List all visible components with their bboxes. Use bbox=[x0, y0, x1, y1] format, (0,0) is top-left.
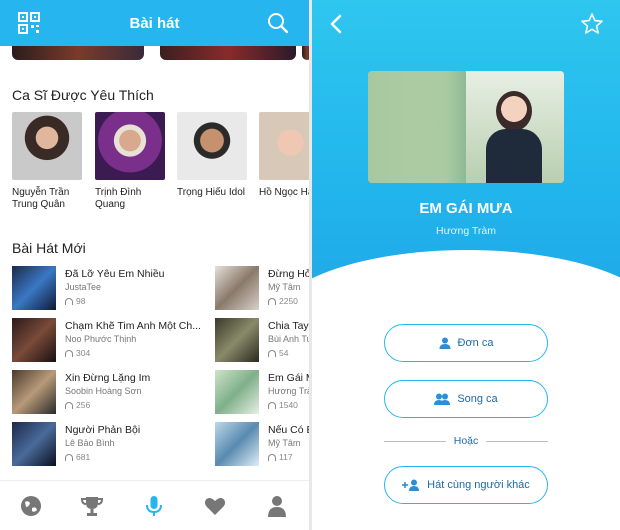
song-thumbnail bbox=[12, 370, 56, 414]
song-title: Nếu Có Bi bbox=[268, 424, 309, 436]
album-cover bbox=[368, 71, 564, 183]
headphones-icon bbox=[65, 298, 73, 305]
song-item[interactable]: Chia Tay Bùi Anh Tuấn 54 bbox=[215, 318, 309, 364]
song-list-screen: Bài hát Ca Sĩ Được Yêu Thích Nguyễn Trần… bbox=[0, 0, 309, 530]
headphones-icon bbox=[268, 402, 276, 409]
singer-name: Trịnh Đình Quang bbox=[95, 187, 142, 210]
or-divider-label: Hoặc bbox=[446, 435, 486, 447]
song-thumbnail bbox=[12, 422, 56, 466]
song-title: Đừng Hỏi bbox=[268, 268, 309, 280]
add-user-icon bbox=[402, 479, 420, 491]
headphones-icon bbox=[65, 454, 73, 461]
song-title: Chạm Khẽ Tim Anh Một Ch... bbox=[65, 320, 201, 332]
singer-name: Hồ Ngọc Hà bbox=[259, 187, 309, 198]
song-artist: JustaTee bbox=[65, 282, 102, 292]
headphones-icon bbox=[65, 402, 73, 409]
song-item[interactable]: Chạm Khẽ Tim Anh Một Ch... Noo Phước Thị… bbox=[12, 318, 212, 364]
song-artist: Hương Tràm bbox=[268, 386, 309, 396]
play-count: 304 bbox=[65, 348, 90, 358]
play-count: 1540 bbox=[268, 400, 298, 410]
singer-photo bbox=[259, 112, 309, 180]
song-detail-screen: EM GÁI MƯA Hương Tràm Đơn ca Song ca Hoặ… bbox=[312, 0, 620, 530]
top-bar: Bài hát bbox=[0, 0, 309, 46]
user-icon[interactable] bbox=[265, 494, 289, 518]
search-icon[interactable] bbox=[267, 12, 289, 34]
cover-left-panel bbox=[368, 71, 466, 183]
song-header-background: EM GÁI MƯA Hương Tràm bbox=[312, 0, 620, 300]
play-count: 256 bbox=[65, 400, 90, 410]
cover-singer-body bbox=[486, 129, 542, 183]
back-arrow-icon[interactable] bbox=[328, 14, 344, 34]
two-users-icon bbox=[434, 393, 451, 405]
microphone-icon[interactable] bbox=[142, 494, 166, 518]
song-item[interactable]: Xin Đừng Lặng Im Soobin Hoàng Sơn 256 bbox=[12, 370, 212, 416]
song-item[interactable]: Đừng Hỏi Mỹ Tâm 2250 bbox=[215, 266, 309, 312]
song-artist: Bùi Anh Tuấn bbox=[268, 334, 309, 344]
headphones-icon bbox=[268, 454, 276, 461]
wave-divider bbox=[312, 250, 620, 300]
song-thumbnail bbox=[215, 318, 259, 362]
song-artist: Lê Bảo Bình bbox=[65, 438, 115, 448]
duet-button[interactable]: Song ca bbox=[384, 380, 548, 418]
song-thumbnail bbox=[215, 422, 259, 466]
duet-button-label: Song ca bbox=[457, 393, 498, 405]
song-title: Xin Đừng Lặng Im bbox=[65, 372, 151, 384]
qr-code-icon[interactable] bbox=[18, 12, 40, 34]
trophy-icon[interactable] bbox=[80, 494, 104, 518]
banner-carousel[interactable] bbox=[0, 46, 309, 60]
sing-with-others-button[interactable]: Hát cùng người khác bbox=[384, 466, 548, 504]
song-artist: Soobin Hoàng Sơn bbox=[65, 386, 142, 396]
song-artist: Noo Phước Thịnh bbox=[65, 334, 137, 344]
page-title: Bài hát bbox=[129, 14, 180, 32]
singer-name: Nguyễn Trần Trung Quân bbox=[12, 187, 70, 210]
singer-photo bbox=[95, 112, 165, 180]
song-title: Chia Tay bbox=[268, 320, 309, 332]
singer-card[interactable]: Trọng Hiếu Idol bbox=[177, 112, 247, 199]
star-icon[interactable] bbox=[580, 12, 604, 36]
song-thumbnail bbox=[215, 370, 259, 414]
song-item[interactable]: Người Phản Bội Lê Bảo Bình 681 bbox=[12, 422, 212, 468]
singer-card[interactable]: Nguyễn Trần Trung Quân bbox=[12, 112, 82, 211]
song-title: Đã Lỡ Yêu Em Nhiều bbox=[65, 268, 165, 280]
play-count: 98 bbox=[65, 296, 85, 306]
song-thumbnail bbox=[12, 266, 56, 310]
singer-card[interactable]: Hồ Ngọc Hà bbox=[259, 112, 309, 199]
song-item[interactable]: Em Gái Mưa Hương Tràm 1540 bbox=[215, 370, 309, 416]
favorite-singers-heading: Ca Sĩ Được Yêu Thích bbox=[12, 87, 154, 103]
headphones-icon bbox=[268, 298, 276, 305]
sing-with-others-label: Hát cùng người khác bbox=[427, 479, 530, 491]
bottom-tab-bar bbox=[0, 480, 309, 530]
play-count: 117 bbox=[268, 452, 293, 462]
song-title: Người Phản Bội bbox=[65, 424, 141, 436]
solo-button[interactable]: Đơn ca bbox=[384, 324, 548, 362]
play-count: 2250 bbox=[268, 296, 298, 306]
headphones-icon bbox=[268, 350, 276, 357]
song-title: EM GÁI MƯA bbox=[419, 200, 513, 217]
song-artist: Mỹ Tâm bbox=[268, 282, 301, 292]
song-artist: Hương Tràm bbox=[435, 225, 496, 237]
singer-card[interactable]: Trịnh Đình Quang bbox=[95, 112, 165, 211]
singer-name: Trọng Hiếu Idol bbox=[177, 187, 245, 198]
song-thumbnail bbox=[12, 318, 56, 362]
headphones-icon bbox=[65, 350, 73, 357]
song-thumbnail bbox=[215, 266, 259, 310]
song-artist: Mỹ Tâm bbox=[268, 438, 301, 448]
song-item[interactable]: Nếu Có Bi Mỹ Tâm 117 bbox=[215, 422, 309, 468]
singer-photo bbox=[12, 112, 82, 180]
heart-icon[interactable] bbox=[203, 494, 227, 518]
single-user-icon bbox=[439, 337, 451, 349]
solo-button-label: Đơn ca bbox=[457, 337, 494, 349]
new-songs-heading: Bài Hát Mới bbox=[12, 240, 86, 256]
play-count: 54 bbox=[268, 348, 288, 358]
singer-photo bbox=[177, 112, 247, 180]
cover-singer-face bbox=[496, 91, 532, 131]
song-item[interactable]: Đã Lỡ Yêu Em Nhiều JustaTee 98 bbox=[12, 266, 212, 312]
globe-icon[interactable] bbox=[19, 494, 43, 518]
play-count: 681 bbox=[65, 452, 90, 462]
song-title: Em Gái Mưa bbox=[268, 372, 309, 384]
